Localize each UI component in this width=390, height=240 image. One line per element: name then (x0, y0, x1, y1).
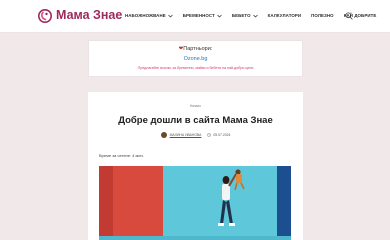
article-category[interactable]: Начало (88, 104, 303, 108)
chevron-down-icon (168, 14, 173, 17)
partners-box: ❤Партньори: Ozone.bg Предлагайте всичко … (88, 40, 303, 77)
nav-item-breastfeeding[interactable]: НАБОЖНОЖВАНЕ (125, 13, 173, 18)
nav-item-pregnancy[interactable]: БРЕМЕННОСТ (183, 13, 222, 18)
article-meta: МАЛИНА ИВАНОВА 05.07.2024 (88, 132, 303, 138)
chevron-down-icon (252, 14, 258, 17)
hero-illustration (99, 166, 291, 240)
logo-icon[interactable] (38, 9, 52, 23)
hero-image (99, 166, 291, 240)
author-avatar (160, 132, 167, 138)
partners-note: Предлагайте всичко за бременни, майки и … (137, 66, 254, 70)
nav-item-baby[interactable]: БЕБЕТО (232, 13, 258, 18)
nav-item-useful[interactable]: ПОЛЕЗНО (311, 13, 334, 18)
reading-time: Време за четене: 4 мин. (99, 153, 144, 158)
article-card: Начало Добре дошли в сайта Мама Знае МАЛ… (88, 92, 303, 240)
partners-title: ❤Партньори: (89, 46, 302, 52)
nav-label: КАЛКУЛАТОРИ (267, 13, 302, 18)
partners-title-text: Партньори: (183, 46, 213, 52)
article-title: Добре дошли в сайта Мама Знае (118, 115, 273, 126)
logo-text[interactable]: Мама Знае (56, 8, 122, 22)
search-icon[interactable] (345, 12, 353, 20)
author-link[interactable]: МАЛИНА ИВАНОВА (170, 133, 202, 137)
article-date: 05.07.2024 (213, 133, 231, 137)
partner-link[interactable]: Ozone.bg (89, 56, 302, 62)
nav-label: ПОЛЕЗНО (311, 13, 334, 18)
nav-label: НАБОЖНОЖВАНЕ (125, 13, 166, 18)
nav-label: БРЕМЕННОСТ (182, 13, 215, 18)
nav-label: БЕБЕТО (231, 13, 251, 18)
chevron-down-icon (217, 14, 222, 17)
site-header: Мама Знае НАБОЖНОЖВАНЕ БРЕМЕННОСТ БЕБЕТО… (0, 0, 390, 33)
clock-icon (207, 133, 212, 137)
nav-item-calculators[interactable]: КАЛКУЛАТОРИ (268, 13, 302, 18)
